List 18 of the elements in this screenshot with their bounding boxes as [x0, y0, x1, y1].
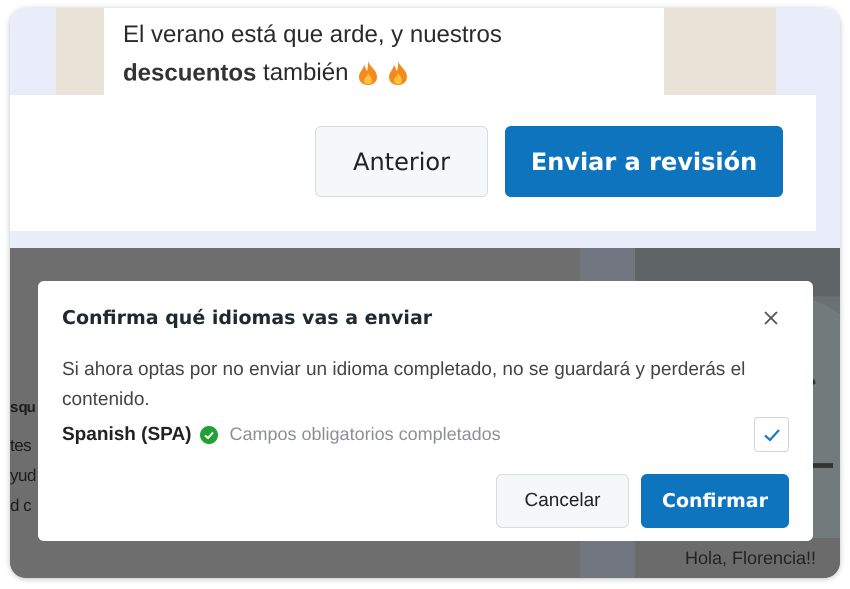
dialog-title: Confirma qué idiomas vas a enviar: [62, 307, 432, 329]
cancel-button[interactable]: Cancelar: [496, 474, 629, 528]
background-text: d c: [10, 495, 32, 517]
language-checkbox[interactable]: [754, 417, 789, 452]
back-button[interactable]: Anterior: [315, 126, 488, 197]
flame-icon: [358, 60, 378, 86]
message-text: descuentos también: [123, 58, 348, 89]
background-text: yud: [10, 465, 36, 487]
confirm-button[interactable]: Confirmar: [641, 474, 789, 528]
background-text: tes: [10, 435, 32, 457]
flame-icon: [388, 60, 408, 86]
dialog-message: Si ahora optas por no enviar un idioma completado, no se guardará y perderás el contenido.: [62, 358, 746, 412]
language-name: Spanish (SPA): [62, 424, 192, 446]
language-status: Campos obligatorios completados: [230, 424, 502, 445]
background-text: s qu: [10, 398, 35, 418]
message-text: El verano está que arde, y nuestros: [123, 20, 502, 50]
submit-button[interactable]: Enviar a revisión: [505, 126, 783, 197]
greeting-text: Hola, Florencia!!: [685, 548, 816, 568]
